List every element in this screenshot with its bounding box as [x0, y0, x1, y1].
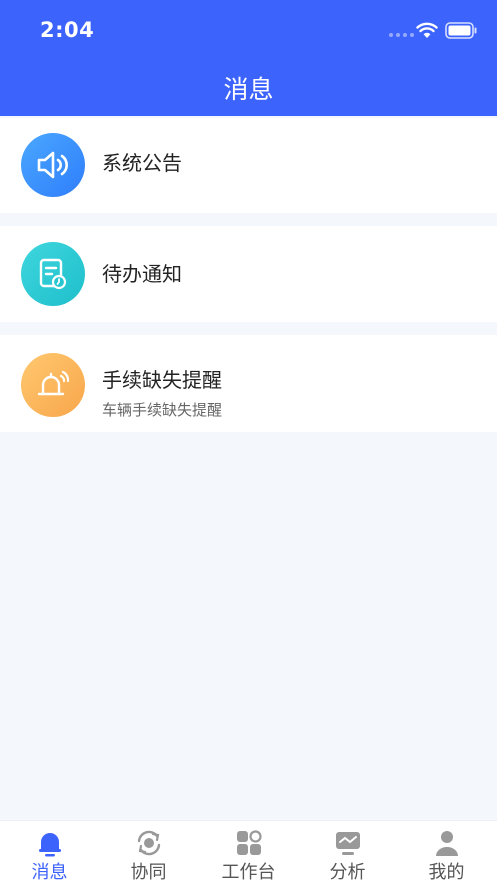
todo-document-icon	[21, 242, 85, 306]
grid-apps-icon	[237, 830, 262, 855]
sync-circle-icon	[137, 830, 161, 856]
cellular-signal-icon	[389, 33, 414, 37]
speaker-icon	[21, 133, 85, 197]
message-subtitle: 车辆手续缺失提醒	[102, 401, 223, 419]
tab-analysis[interactable]: 分析	[298, 821, 397, 883]
tab-label: 分析	[329, 862, 366, 883]
tab-profile[interactable]: 我的	[397, 821, 496, 883]
bell-ringing-icon	[21, 353, 85, 417]
tab-label: 工作台	[221, 862, 276, 883]
bell-icon	[39, 833, 61, 857]
page-title: 消息	[223, 75, 274, 104]
message-item-announcement[interactable]: 系统公告	[0, 118, 497, 213]
tab-collaboration[interactable]: 协同	[99, 821, 198, 883]
wifi-icon	[416, 22, 438, 38]
tab-messages[interactable]: 消息	[0, 821, 99, 883]
top-header: 2:04 消息	[0, 0, 497, 116]
tab-label: 消息	[31, 862, 68, 883]
message-title: 待办通知	[102, 262, 182, 286]
message-item-todo[interactable]: 待办通知	[0, 226, 497, 322]
battery-icon	[445, 22, 477, 39]
bottom-tab-bar: 消息 协同 工作台 分析 我的	[0, 820, 497, 883]
tab-workbench[interactable]: 工作台	[199, 821, 298, 883]
message-item-reminder[interactable]: 手续缺失提醒 车辆手续缺失提醒	[0, 335, 497, 432]
status-time: 2:04	[40, 18, 95, 42]
monitor-chart-icon	[336, 832, 360, 855]
tab-label: 协同	[130, 862, 167, 883]
message-title: 手续缺失提醒	[102, 368, 222, 392]
tab-label: 我的	[428, 862, 465, 883]
user-icon	[436, 831, 458, 856]
status-bar: 2:04	[0, 0, 497, 60]
message-title: 系统公告	[102, 151, 182, 175]
